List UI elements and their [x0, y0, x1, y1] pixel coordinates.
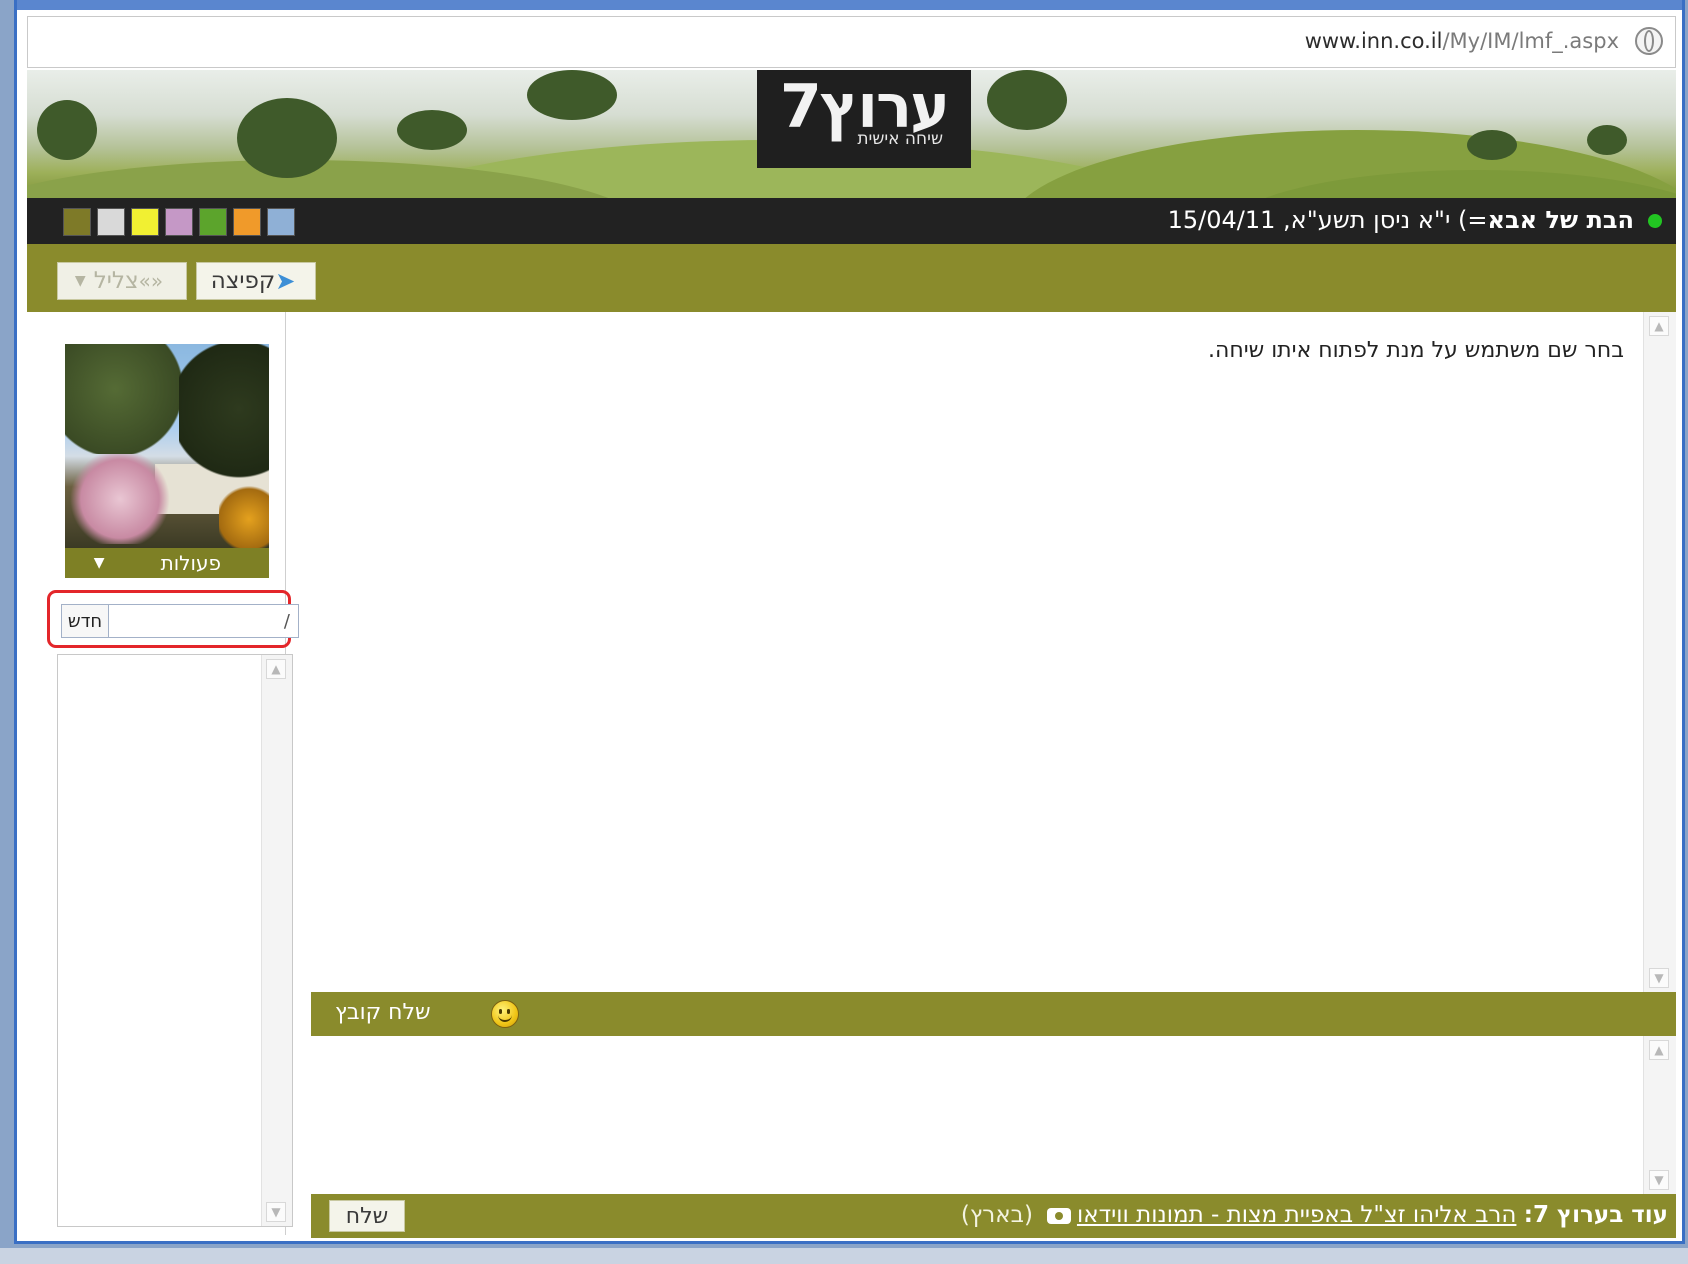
color-swatch[interactable]	[267, 208, 295, 236]
avatar-photo-blossom	[65, 454, 175, 544]
banner-tree	[237, 98, 337, 178]
avatar-photo-tree	[65, 344, 185, 454]
jump-label: קפיצה	[210, 268, 276, 294]
actions-menu-button[interactable]: פעולות ▼	[65, 548, 269, 578]
jump-button[interactable]: ➤ קפיצה	[196, 262, 316, 300]
scroll-up-icon[interactable]: ▲	[266, 659, 286, 679]
send-file-button[interactable]: שלח קובץ	[335, 1000, 431, 1025]
sound-icon: «»	[138, 269, 164, 293]
username-suffix: =)	[1457, 206, 1488, 234]
avatar-photo-bush	[219, 484, 269, 548]
color-swatch[interactable]	[199, 208, 227, 236]
color-theme-picker	[63, 208, 301, 236]
avatar	[65, 344, 269, 548]
user-status-text: הבת של אבא=) י"א ניסן תשע"א, 15/04/11	[1168, 206, 1634, 234]
banner-tree	[987, 70, 1067, 130]
banner-tree	[1587, 125, 1627, 155]
banner-tree	[37, 100, 97, 160]
user-status-bar: הבת של אבא=) י"א ניסן תשע"א, 15/04/11	[27, 198, 1676, 244]
online-status-icon	[1648, 214, 1662, 228]
toolbar: ➤ קפיצה «» צליל ▼	[27, 244, 1676, 312]
color-swatch[interactable]	[233, 208, 261, 236]
header-banner: ערוץ7 שיחה אישית	[27, 70, 1676, 198]
sound-label: צליל	[93, 268, 139, 294]
new-contact-button[interactable]: חדש	[62, 605, 109, 637]
message-input[interactable]	[311, 1036, 1644, 1194]
chat-scrollbar[interactable]: ▲ ▼	[1643, 312, 1676, 992]
message-compose: ▲ ▼	[311, 1036, 1676, 1194]
contacts-sidebar: פעולות ▼ חדש ▲ ▼	[27, 312, 299, 1235]
banner-tree	[527, 70, 617, 120]
footer-bar: שלח עוד בערוץ 7: הרב אליהו זצ"ל באפיית מ…	[311, 1194, 1676, 1238]
banner-tree	[1467, 130, 1517, 160]
compose-scrollbar[interactable]: ▲ ▼	[1643, 1036, 1676, 1194]
color-swatch[interactable]	[97, 208, 125, 236]
gregorian-date: 15/04/11	[1167, 206, 1276, 234]
address-bar[interactable]: www.inn.co.il/My/IM/lmf_.aspx	[27, 16, 1676, 68]
color-swatch[interactable]	[165, 208, 193, 236]
color-swatch[interactable]	[63, 208, 91, 236]
smiley-icon[interactable]	[491, 1000, 519, 1028]
camera-icon	[1046, 1207, 1071, 1224]
url-host: www.inn.co.il	[1304, 29, 1443, 53]
compose-toolbar: שלח קובץ	[311, 992, 1676, 1036]
banner-tree	[397, 110, 467, 150]
actions-label: פעולות	[160, 551, 221, 575]
username: הבת של אבא	[1487, 206, 1634, 234]
color-swatch[interactable]	[131, 208, 159, 236]
scroll-down-icon[interactable]: ▼	[1649, 1170, 1669, 1190]
sound-button[interactable]: «» צליל ▼	[57, 262, 187, 300]
more-news: עוד בערוץ 7: הרב אליהו זצ"ל באפיית מצות …	[961, 1202, 1668, 1228]
caret-down-icon: ▼	[74, 273, 86, 289]
hebrew-date: י"א ניסן תשע"א,	[1283, 206, 1451, 234]
contact-search-input[interactable]	[110, 605, 296, 637]
channel7-logo: ערוץ7 שיחה אישית	[757, 70, 971, 168]
scroll-down-icon[interactable]: ▼	[266, 1202, 286, 1222]
contact-list-scrollbar[interactable]: ▲ ▼	[261, 655, 292, 1226]
chat-placeholder-message: בחר שם משתמש על מנת לפתוח איתו שיחה.	[1207, 338, 1624, 363]
jump-arrow-icon: ➤	[275, 267, 296, 295]
send-button[interactable]: שלח	[329, 1200, 405, 1232]
region-label: (בארץ)	[960, 1202, 1033, 1228]
browser-window: www.inn.co.il/My/IM/lmf_.aspx ערוץ7 שיחה…	[14, 0, 1685, 1244]
scroll-up-icon[interactable]: ▲	[1649, 1040, 1669, 1060]
scroll-up-icon[interactable]: ▲	[1649, 316, 1669, 336]
globe-icon	[1635, 27, 1663, 55]
window-title-strip	[17, 0, 1682, 10]
contact-list[interactable]: ▲ ▼	[57, 654, 293, 1227]
scroll-down-icon[interactable]: ▼	[1649, 968, 1669, 988]
more-label: עוד בערוץ 7:	[1523, 1202, 1668, 1228]
avatar-photo-tree	[179, 344, 269, 484]
desktop-background	[0, 1248, 1688, 1264]
url-text: www.inn.co.il/My/IM/lmf_.aspx	[1305, 29, 1619, 53]
chat-history: בחר שם משתמש על מנת לפתוח איתו שיחה. ▲ ▼	[311, 312, 1676, 992]
contact-search-box: חדש	[61, 604, 299, 638]
url-path: /My/IM/lmf_.aspx	[1442, 29, 1619, 53]
headline-link[interactable]: הרב אליהו זצ"ל באפיית מצות - תמונות וויד…	[1077, 1202, 1516, 1228]
caret-down-icon: ▼	[93, 555, 105, 571]
